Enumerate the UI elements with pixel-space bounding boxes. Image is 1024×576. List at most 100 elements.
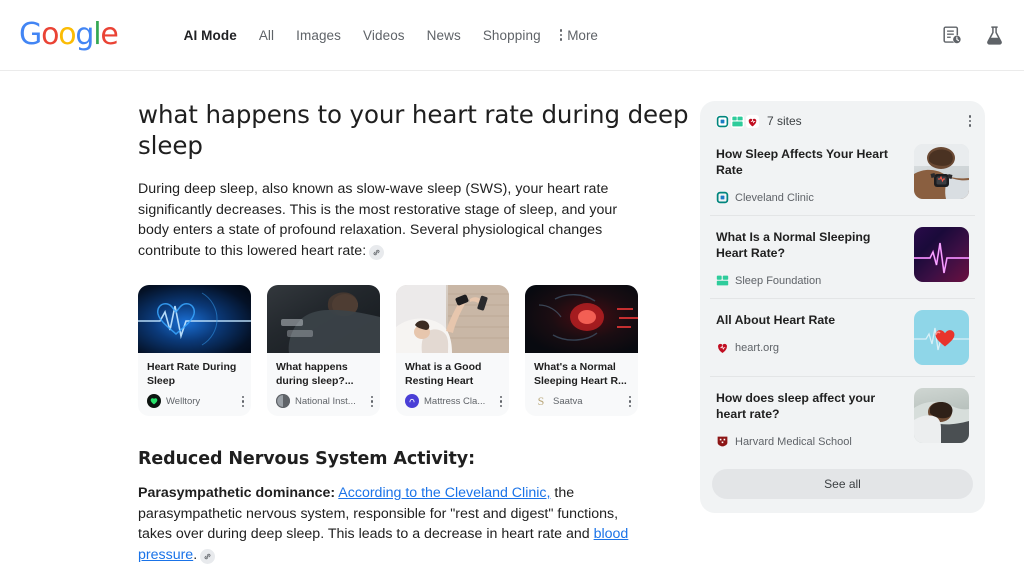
search-history-icon[interactable] — [938, 21, 966, 49]
cleveland-clinic-favicon-icon — [716, 115, 729, 128]
card-thumbnail-heart-ecg — [138, 285, 251, 354]
source-item-title: All About Heart Rate — [716, 313, 836, 327]
section-heading-nervous-system: Reduced Nervous System Activity: — [138, 449, 475, 470]
sites-count-label: 7 sites — [767, 114, 802, 128]
source-thumbnail-woman-sleeping — [914, 388, 969, 443]
source-card[interactable]: What is a Good Resting Heart Rat... Matt… — [396, 285, 509, 417]
source-item-meta: Harvard Medical School — [716, 435, 904, 448]
logo-letter-g2: g — [75, 17, 94, 52]
source-item-publisher: Sleep Foundation — [735, 274, 822, 287]
tab-news[interactable]: News — [416, 24, 472, 47]
source-item-publisher: Cleveland Clinic — [735, 191, 814, 204]
tab-videos[interactable]: Videos — [352, 24, 416, 47]
logo-letter-o2: o — [58, 17, 76, 52]
sources-panel-header: 7 sites — [700, 101, 985, 139]
card-source-row: S Saatva — [525, 390, 638, 416]
section-text-end: . — [193, 546, 198, 563]
source-item-title: How Sleep Affects Your Heart Rate — [716, 147, 888, 177]
site-favicon-stack — [716, 114, 759, 128]
cleveland-clinic-link[interactable]: According to the Cleveland Clinic, — [338, 485, 550, 501]
tab-all[interactable]: All — [248, 24, 285, 47]
section-lead-label: Parasympathetic dominance: — [138, 485, 336, 502]
more-menu-button[interactable]: More — [559, 27, 598, 43]
page-body: what happens to your heart rate during d… — [0, 71, 1024, 576]
card-title: What happens during sleep?... — [276, 361, 354, 387]
card-options-icon[interactable] — [628, 395, 631, 407]
top-header: Google AI Mode All Images Videos News Sh… — [0, 0, 1024, 71]
source-item-text: How does sleep affect your heart rate? H… — [716, 388, 904, 448]
sleep-foundation-favicon-icon — [731, 114, 744, 128]
source-item-publisher: Harvard Medical School — [735, 435, 852, 448]
harvard-medical-school-favicon-icon — [716, 435, 729, 448]
labs-flask-icon[interactable] — [980, 21, 1008, 49]
kebab-menu-icon — [559, 29, 563, 41]
sleep-foundation-favicon-icon — [716, 274, 729, 287]
welltory-favicon-icon — [147, 394, 161, 409]
intro-paragraph: During deep sleep, also known as slow-wa… — [138, 179, 638, 261]
source-item-publisher: heart.org — [735, 341, 780, 354]
see-all-button[interactable]: See all — [712, 469, 973, 499]
citation-link-icon[interactable] — [200, 548, 216, 564]
more-label: More — [567, 27, 598, 43]
card-source-row: Mattress Cla... — [396, 390, 509, 416]
source-card-row: Heart Rate During Sleep Welltory What ha… — [138, 285, 700, 417]
nih-favicon-icon — [276, 394, 290, 409]
source-list-item[interactable]: How does sleep affect your heart rate? H… — [710, 376, 975, 459]
card-options-icon[interactable] — [370, 395, 373, 407]
saatva-favicon-letter: S — [537, 394, 545, 408]
card-options-icon[interactable] — [241, 395, 244, 407]
logo-letter-o1: o — [41, 17, 59, 52]
source-card[interactable]: What happens during sleep?... National I… — [267, 285, 380, 417]
saatva-favicon-icon: S — [534, 394, 548, 408]
sources-panel: 7 sites How Sleep Affects Your Heart Rat… — [700, 101, 985, 513]
sources-list: How Sleep Affects Your Heart Rate Clevel… — [710, 139, 975, 459]
card-source-name: Saatva — [553, 395, 583, 407]
source-item-text: What Is a Normal Sleeping Heart Rate? Sl… — [716, 227, 904, 287]
card-title: What is a Good Resting Heart Rat... — [405, 361, 482, 390]
logo-letter-g: G — [19, 17, 42, 52]
citation-link-icon[interactable] — [369, 244, 385, 260]
source-item-title: How does sleep affect your heart rate? — [716, 391, 876, 421]
card-source-name: Mattress Cla... — [424, 395, 486, 407]
source-item-meta: Cleveland Clinic — [716, 191, 904, 204]
card-thumbnail-woman-watch — [396, 285, 509, 354]
card-source-row: Welltory — [138, 390, 251, 416]
tab-ai-mode[interactable]: AI Mode — [173, 24, 248, 47]
source-list-item[interactable]: How Sleep Affects Your Heart Rate Clevel… — [710, 139, 975, 215]
logo-letter-e: e — [100, 17, 118, 52]
card-title: Heart Rate During Sleep — [147, 361, 237, 387]
main-content: what happens to your heart rate during d… — [0, 71, 700, 576]
card-title: What's a Normal Sleeping Heart R... — [534, 361, 627, 387]
source-item-meta: heart.org — [716, 341, 904, 354]
card-source-name: National Inst... — [295, 395, 356, 407]
tab-shopping[interactable]: Shopping — [472, 24, 552, 47]
page-title: what happens to your heart rate during d… — [138, 100, 689, 160]
card-source-row: National Inst... — [267, 390, 380, 416]
source-item-title: What Is a Normal Sleeping Heart Rate? — [716, 230, 871, 260]
source-thumbnail-heart-teal — [914, 310, 969, 365]
card-thumbnail-person-sleeping — [267, 285, 380, 354]
source-card[interactable]: Heart Rate During Sleep Welltory — [138, 285, 251, 417]
heart-org-favicon-icon — [746, 114, 759, 128]
source-item-text: All About Heart Rate heart.org — [716, 310, 904, 354]
cleveland-clinic-favicon-icon — [716, 191, 729, 204]
source-item-text: How Sleep Affects Your Heart Rate Clevel… — [716, 144, 904, 204]
header-actions — [938, 0, 1008, 70]
source-list-item[interactable]: What Is a Normal Sleeping Heart Rate? Sl… — [710, 215, 975, 298]
panel-options-icon[interactable] — [968, 115, 971, 127]
source-item-meta: Sleep Foundation — [716, 274, 904, 287]
card-options-icon[interactable] — [499, 395, 502, 407]
source-list-item[interactable]: All About Heart Rate heart.org — [710, 298, 975, 376]
mattress-clarity-favicon-icon — [405, 394, 419, 409]
source-card[interactable]: What's a Normal Sleeping Heart R... S Sa… — [525, 285, 638, 417]
source-thumbnail-ecg-neon — [914, 227, 969, 282]
source-thumbnail-man-sleeping — [914, 144, 969, 199]
card-source-name: Welltory — [166, 395, 201, 407]
google-logo[interactable]: Google — [19, 17, 119, 52]
sources-sidebar: 7 sites How Sleep Affects Your Heart Rat… — [700, 71, 985, 513]
tab-images[interactable]: Images — [285, 24, 352, 47]
search-nav-tabs: AI Mode All Images Videos News Shopping … — [173, 24, 598, 47]
heart-org-favicon-icon — [716, 341, 729, 354]
section-body-nervous-system: Parasympathetic dominance: According to … — [138, 483, 643, 565]
card-thumbnail-red-heart-dark — [525, 285, 638, 354]
